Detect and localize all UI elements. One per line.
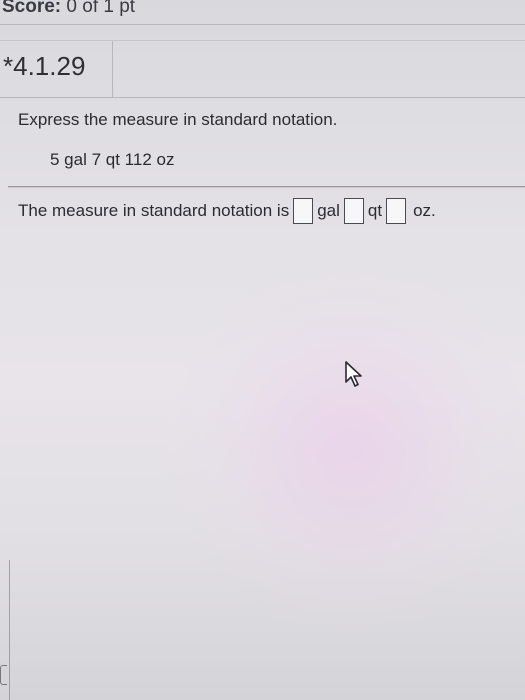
score-display: Score: 0 of 1 pt bbox=[2, 0, 135, 18]
given-measure: 5 gal 7 qt 112 oz bbox=[50, 150, 175, 169]
score-label: Score: bbox=[2, 0, 62, 17]
mouse-pointer-icon bbox=[345, 361, 362, 387]
score-header: Score: 0 of 1 pt bbox=[0, 0, 525, 25]
section-divider bbox=[8, 186, 525, 187]
question-number: *4.1.29 bbox=[3, 51, 86, 81]
question-prompt: Express the measure in standard notation… bbox=[18, 110, 338, 129]
screen-glare bbox=[160, 260, 525, 640]
answer-row: The measure in standard notation is gal … bbox=[18, 196, 436, 226]
question-number-box: *4.1.29 bbox=[0, 41, 113, 97]
gallons-input[interactable] bbox=[293, 198, 314, 224]
ounces-unit-label: oz. bbox=[413, 201, 436, 220]
gallons-unit-label: gal bbox=[317, 201, 340, 220]
score-value: 0 of 1 pt bbox=[66, 0, 136, 17]
answer-lead-text: The measure in standard notation is bbox=[18, 201, 290, 220]
question-number-row: *4.1.29 bbox=[0, 40, 525, 98]
left-edge-tab[interactable] bbox=[0, 665, 7, 685]
ounces-input[interactable] bbox=[386, 198, 407, 224]
quarts-unit-label: qt bbox=[367, 201, 383, 220]
quarts-input[interactable] bbox=[343, 198, 364, 224]
